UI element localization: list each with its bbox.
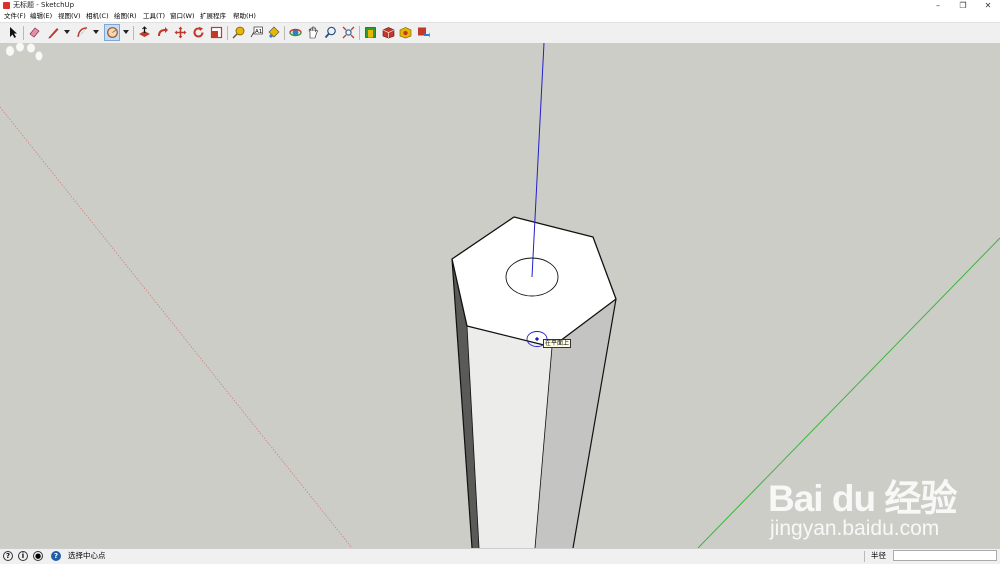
menu-window[interactable]: 窗口(W) — [170, 12, 195, 21]
modeling-viewport[interactable]: 在平面上 Bai du 经验 jingyan.baidu.com — [0, 43, 1000, 548]
user-account-icon[interactable]: ● — [33, 551, 43, 561]
zoom-icon — [324, 26, 336, 39]
menu-edit[interactable]: 编辑(E) — [30, 12, 52, 21]
menu-extensions[interactable]: 扩展程序 — [200, 12, 226, 21]
pencil-tool-button[interactable] — [46, 25, 61, 40]
paint-bucket-tool-button[interactable] — [266, 25, 281, 40]
move-icon — [174, 26, 187, 39]
zoom-extents-icon — [342, 26, 355, 39]
follow-me-icon — [158, 27, 168, 36]
tape-measure-tool-button[interactable] — [231, 25, 246, 40]
status-message: 选择中心点 — [68, 551, 106, 560]
push-pull-icon — [139, 26, 150, 37]
arc-dropdown-icon[interactable] — [93, 30, 99, 34]
title-bar: 无标题 - SketchUp – ❐ ✕ — [0, 0, 1000, 11]
minimize-button[interactable]: – — [927, 0, 949, 11]
close-button[interactable]: ✕ — [977, 0, 999, 11]
inference-tooltip: 在平面上 — [543, 339, 572, 348]
baidu-watermark-url: jingyan.baidu.com — [770, 517, 940, 540]
circle-icon — [106, 27, 118, 38]
baidu-watermark-logo: Bai du 经验 — [768, 478, 957, 519]
credits-info-icon[interactable]: i — [18, 551, 28, 561]
share-model-button[interactable] — [416, 25, 431, 40]
toolbar-separator — [133, 26, 134, 40]
toolbar-separator — [359, 26, 360, 40]
main-toolbar: A1 — [0, 22, 1000, 44]
menu-bar: 文件(F) 编辑(E) 视图(V) 相机(C) 绘图(R) 工具(T) 窗口(W… — [0, 11, 1000, 22]
eraser-icon — [29, 27, 40, 38]
text-tool-button[interactable]: A1 — [249, 25, 264, 40]
pan-icon — [308, 26, 318, 39]
restore-button[interactable]: ❐ — [952, 0, 974, 11]
zoom-extents-tool-button[interactable] — [341, 25, 356, 40]
instructor-help-icon[interactable]: ? — [51, 551, 61, 561]
circle-dropdown-icon[interactable] — [123, 30, 129, 34]
paint-bucket-icon — [268, 26, 280, 38]
menu-draw[interactable]: 绘图(R) — [114, 12, 137, 21]
select-icon — [10, 27, 17, 38]
pencil-icon — [48, 28, 59, 39]
menu-file[interactable]: 文件(F) — [4, 12, 26, 21]
components-button[interactable] — [398, 25, 413, 40]
orbit-icon — [289, 28, 302, 37]
status-divider — [864, 551, 865, 562]
push-pull-tool-button[interactable] — [137, 25, 152, 40]
arc-tool-button[interactable] — [75, 25, 90, 40]
red-axis-line — [0, 106, 353, 548]
arc-icon — [77, 27, 88, 38]
rotate-tool-button[interactable] — [191, 25, 206, 40]
toolbar-separator — [284, 26, 285, 40]
svg-text:A1: A1 — [255, 29, 262, 35]
measurement-input[interactable] — [893, 550, 997, 561]
move-tool-button[interactable] — [173, 25, 188, 40]
follow-me-tool-button[interactable] — [155, 25, 170, 40]
menu-tools[interactable]: 工具(T) — [143, 12, 165, 21]
status-bar: ? i ● ? 选择中心点 半径 — [0, 548, 1000, 564]
measurement-label: 半径 — [871, 551, 886, 560]
extension-icon — [382, 27, 395, 39]
scale-icon — [210, 26, 223, 39]
components-icon — [399, 27, 412, 39]
rotate-icon — [193, 26, 204, 38]
sketchup-logo-icon — [3, 2, 10, 9]
text-icon: A1 — [250, 26, 263, 38]
select-tool-button[interactable] — [6, 25, 21, 40]
warehouse-icon — [365, 27, 376, 38]
menu-help[interactable]: 帮助(H) — [233, 12, 256, 21]
tape-measure-icon — [232, 26, 245, 39]
extension-warehouse-button[interactable] — [381, 25, 396, 40]
window-title: 无标题 - SketchUp — [13, 1, 75, 9]
geolocation-icon[interactable]: ? — [3, 551, 13, 561]
share-icon — [418, 27, 430, 38]
menu-camera[interactable]: 相机(C) — [86, 12, 109, 21]
orbit-tool-button[interactable] — [288, 25, 303, 40]
circle-tool-button[interactable] — [104, 24, 120, 41]
baidu-paw-logo-icon — [6, 43, 43, 61]
pencil-dropdown-icon[interactable] — [64, 30, 70, 34]
pan-tool-button[interactable] — [306, 25, 321, 40]
warehouse-button[interactable] — [363, 25, 378, 40]
toolbar-separator — [227, 26, 228, 40]
scale-tool-button[interactable] — [209, 25, 224, 40]
eraser-tool-button[interactable] — [27, 25, 42, 40]
zoom-tool-button[interactable] — [323, 25, 338, 40]
toolbar-separator — [23, 26, 24, 40]
menu-view[interactable]: 视图(V) — [58, 12, 81, 21]
